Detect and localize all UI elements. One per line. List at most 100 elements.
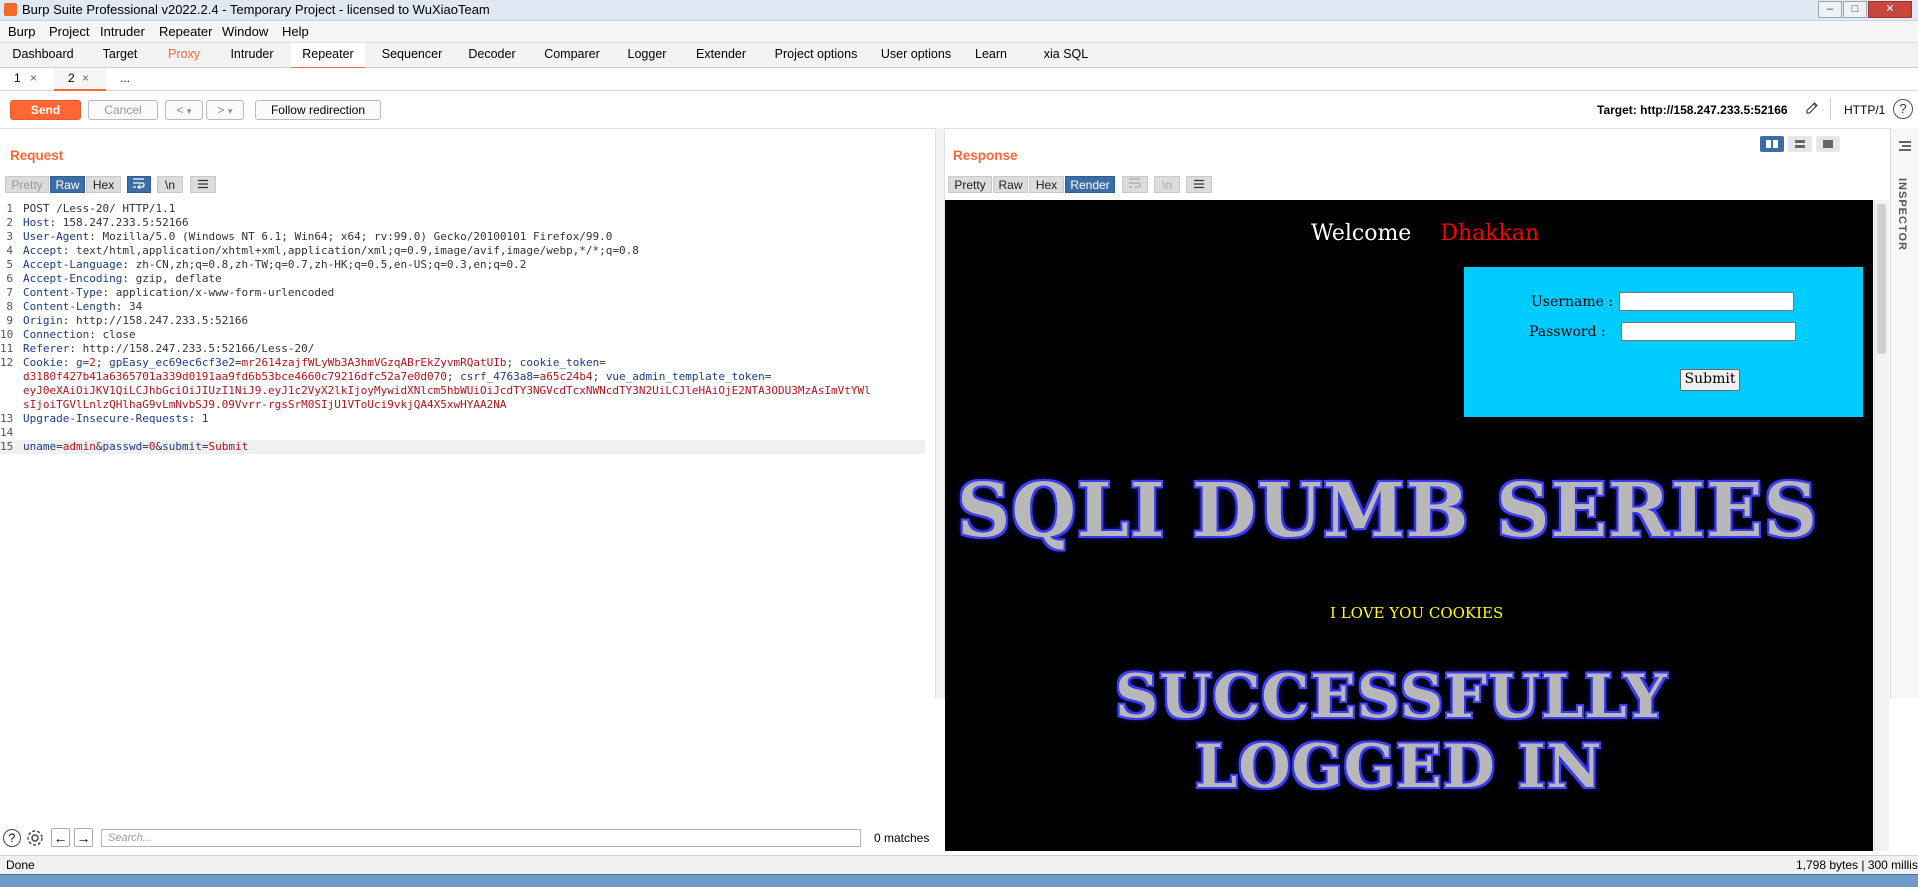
code-line: 9 Origin: http://158.247.233.5:52166 <box>0 314 925 328</box>
close-tab-icon[interactable]: × <box>30 68 37 88</box>
submit-button[interactable]: Submit <box>1680 369 1740 391</box>
line-number: 4 <box>6 244 13 257</box>
line-content: Accept-Encoding: gzip, deflate <box>23 272 222 286</box>
menu-help[interactable]: Help <box>282 24 309 39</box>
search-input[interactable]: Search... <box>101 829 861 847</box>
code-line: 4 Accept: text/html,application/xhtml+xml… <box>0 244 925 258</box>
response-view-hex[interactable]: Hex <box>1029 176 1064 193</box>
tab-sequencer[interactable]: Sequencer <box>374 43 450 67</box>
next-match-button[interactable]: → <box>74 828 93 847</box>
code-token: ; <box>592 370 606 383</box>
code-token: 2 <box>89 356 96 369</box>
code-line: 14 <box>0 426 925 440</box>
code-token: Content-Length <box>23 300 116 313</box>
response-view-pretty[interactable]: Pretty <box>948 176 992 193</box>
repeater-tab-label: 1 <box>14 71 21 85</box>
layout-tabs-icon[interactable] <box>1816 136 1840 152</box>
tab-comparer[interactable]: Comparer <box>535 43 609 67</box>
response-view-render[interactable]: Render <box>1065 176 1115 193</box>
layout-vertical-icon[interactable] <box>1788 136 1812 152</box>
code-token: : 158.247.233.5:52166 <box>49 216 189 229</box>
code-token: : <box>62 356 76 369</box>
tab-logger[interactable]: Logger <box>618 43 676 67</box>
tab-dashboard[interactable]: Dashboard <box>4 43 82 67</box>
help-icon[interactable]: ? <box>3 829 21 847</box>
new-tab-button[interactable]: ... <box>110 68 160 89</box>
forward-button[interactable]: > ▾ <box>206 100 244 120</box>
edit-target-icon[interactable] <box>1804 100 1822 118</box>
gear-icon[interactable] <box>25 828 45 848</box>
response-view-raw[interactable]: Raw <box>993 176 1028 193</box>
code-token: submit <box>162 440 202 453</box>
layout-side-by-side-icon[interactable] <box>1760 136 1784 152</box>
line-number: 3 <box>6 230 13 243</box>
tab-decoder[interactable]: Decoder <box>459 43 525 67</box>
request-view-raw[interactable]: Raw <box>50 176 85 193</box>
response-scrollbar[interactable] <box>1874 200 1889 851</box>
menu-icon[interactable] <box>190 176 216 193</box>
match-count: 0 matches <box>874 831 930 845</box>
request-view-pretty[interactable]: Pretty <box>5 176 49 193</box>
http-version-label[interactable]: HTTP/1 <box>1844 103 1885 117</box>
code-token: : Mozilla/5.0 (Windows NT 6.1; Win64; x6… <box>89 230 613 243</box>
window-title: Burp Suite Professional v2022.2.4 - Temp… <box>22 2 490 17</box>
code-line: 5 Accept-Language: zh-CN,zh;q=0.8,zh-TW;q… <box>0 258 925 272</box>
response-render-view[interactable]: Welcome Dhakkan Username : Password : Su… <box>945 200 1873 851</box>
tab-extender[interactable]: Extender <box>684 43 758 67</box>
code-token: : close <box>89 328 136 341</box>
tab-learn[interactable]: Learn <box>967 43 1015 67</box>
tab-repeater[interactable]: Repeater <box>291 43 365 69</box>
username-input[interactable] <box>1619 292 1794 311</box>
code-token: d3180f427b41a6365701a339d0191aa9fd6b53bc… <box>23 370 447 383</box>
sqli-banner-image: SQLI DUMB SERIES <box>957 468 1819 554</box>
previous-match-button[interactable]: ← <box>51 828 70 847</box>
code-token: ; <box>446 370 461 383</box>
maximize-button[interactable]: □ <box>1843 1 1867 18</box>
tab-proxy[interactable]: Proxy <box>158 43 210 67</box>
follow-redirection-button[interactable]: Follow redirection <box>255 100 381 120</box>
back-button[interactable]: < ▾ <box>165 100 203 120</box>
menu-repeater[interactable]: Repeater <box>159 24 212 39</box>
help-icon[interactable]: ? <box>1893 99 1913 119</box>
tab-target[interactable]: Target <box>92 43 148 67</box>
menu-window[interactable]: Window <box>222 24 268 39</box>
inspector-menu-icon[interactable] <box>1898 140 1912 152</box>
menu-icon[interactable] <box>1186 176 1212 193</box>
success-line1-image: SUCCESSFULLY <box>1115 662 1668 732</box>
tab-xia-sql[interactable]: xia SQL <box>1036 43 1096 67</box>
inspector-tab[interactable]: INSPECTOR <box>1896 178 1908 251</box>
show-newlines-toggle[interactable]: \n <box>157 176 183 193</box>
code-token: = <box>201 440 209 453</box>
line-content: Content-Type: application/x-www-form-url… <box>23 286 334 300</box>
menu-burp[interactable]: Burp <box>8 24 35 39</box>
tab-user-options[interactable]: User options <box>874 43 958 67</box>
code-token: = <box>142 440 149 453</box>
menu-intruder[interactable]: Intruder <box>100 24 145 39</box>
close-tab-icon[interactable]: × <box>82 68 89 88</box>
code-token: = <box>234 356 242 369</box>
line-number: 14 <box>0 426 14 439</box>
wrap-lines-icon[interactable] <box>127 176 151 193</box>
send-button[interactable]: Send <box>10 100 81 120</box>
close-window-button[interactable]: ✕ <box>1868 1 1912 18</box>
pane-splitter[interactable] <box>935 128 945 698</box>
tab-intruder[interactable]: Intruder <box>220 43 284 67</box>
code-line: 10 Connection: close <box>0 328 925 342</box>
code-token: User-Agent <box>23 230 90 243</box>
minimize-button[interactable]: – <box>1818 1 1842 18</box>
code-token: sIjoiTGVlLnlzQHlhaG9vLmNvbSJ9.09Vvrr-rgs… <box>23 398 507 411</box>
code-token: cookie_token <box>519 356 600 369</box>
code-token: = <box>764 370 772 383</box>
request-editor[interactable]: 1 POST /Less-20/ HTTP/1.1 2 Host: 158.247.2… <box>0 200 935 824</box>
password-input[interactable] <box>1621 322 1796 341</box>
line-content: Accept-Language: zh-CN,zh;q=0.8,zh-TW;q=… <box>23 258 526 272</box>
cancel-button[interactable]: Cancel <box>88 100 158 120</box>
menu-project[interactable]: Project <box>49 24 89 39</box>
code-line: 2 Host: 158.247.233.5:52166 <box>0 216 925 230</box>
repeater-tab-1[interactable]: 1 × <box>6 68 46 89</box>
scrollbar-thumb[interactable] <box>1877 204 1886 354</box>
request-view-hex[interactable]: Hex <box>86 176 121 193</box>
tab-project-options[interactable]: Project options <box>768 43 864 67</box>
repeater-tab-2[interactable]: 2 × <box>54 68 106 91</box>
code-token: 0 <box>148 440 156 453</box>
